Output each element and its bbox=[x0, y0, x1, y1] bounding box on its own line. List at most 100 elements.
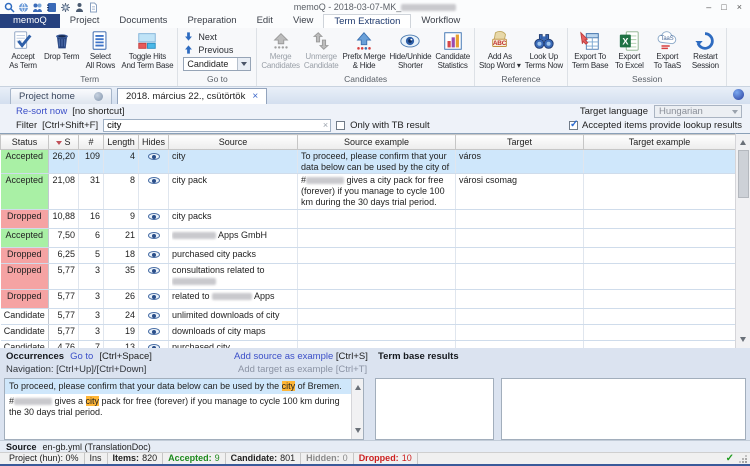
ribbon-tab-memoq[interactable]: memoQ bbox=[0, 14, 60, 28]
resize-grip[interactable] bbox=[738, 454, 747, 463]
cell-content: # gives a city pack for free (forever) i… bbox=[301, 175, 452, 208]
ribbon-tab-preparation[interactable]: Preparation bbox=[177, 14, 246, 28]
close-button[interactable]: × bbox=[737, 2, 742, 12]
ribbon-tab-project[interactable]: Project bbox=[60, 14, 110, 28]
termbase-results-title: Term base results bbox=[378, 351, 459, 362]
table-row[interactable]: Candidate5,77319downloads of city maps bbox=[1, 325, 736, 341]
add-source-link[interactable]: Add source as example bbox=[234, 351, 333, 362]
hide-unhide-shorter-button[interactable]: Hide/Unhide Shorter bbox=[387, 29, 433, 72]
ribbon-group-reference: ABCAdd As Stop Word ▾Look Up Terms NowRe… bbox=[475, 28, 568, 86]
chevron-down-icon bbox=[732, 110, 738, 114]
document-icon[interactable] bbox=[88, 2, 99, 13]
scrollbar-thumb[interactable] bbox=[738, 150, 749, 198]
column-header-target[interactable]: Target bbox=[456, 135, 584, 150]
column-header-hides[interactable]: Hides bbox=[139, 135, 169, 150]
length-cell: 26 bbox=[104, 290, 139, 309]
cell-content: 3 bbox=[82, 265, 100, 288]
scroll-down-icon[interactable] bbox=[740, 337, 746, 342]
table-row[interactable]: Dropped6,25518purchased city packs bbox=[1, 248, 736, 264]
target-example-cell bbox=[584, 229, 736, 248]
globe-icon[interactable] bbox=[18, 2, 29, 13]
address-book-icon[interactable] bbox=[46, 2, 57, 13]
score-cell: 10,88 bbox=[49, 210, 79, 229]
table-row[interactable]: Accepted26,201094cityTo proceed, please … bbox=[1, 150, 736, 174]
scroll-down-icon[interactable] bbox=[355, 428, 361, 433]
ribbon-tab-view[interactable]: View bbox=[283, 14, 323, 28]
visibility-eye-icon[interactable] bbox=[148, 328, 160, 335]
export-to-excel-button[interactable]: XExport To Excel bbox=[610, 29, 648, 72]
ribbon-tab-workflow[interactable]: Workflow bbox=[411, 14, 470, 28]
column-header-source[interactable]: Source bbox=[169, 135, 298, 150]
goto-previous-button[interactable]: Previous bbox=[183, 44, 251, 55]
scroll-up-icon[interactable] bbox=[355, 385, 361, 390]
column-header-target-example[interactable]: Target example bbox=[584, 135, 736, 150]
team-icon[interactable] bbox=[74, 2, 85, 13]
gear-icon[interactable] bbox=[60, 2, 71, 13]
visibility-eye-icon[interactable] bbox=[148, 213, 160, 220]
restart-session-button[interactable]: Restart Session bbox=[686, 29, 724, 72]
select-all-rows-button[interactable]: Select All Rows bbox=[81, 29, 119, 72]
clear-filter-icon[interactable]: × bbox=[323, 119, 328, 132]
resort-now-link[interactable]: Re-sort now bbox=[16, 106, 67, 117]
add-as-stop-word-button[interactable]: ABCAdd As Stop Word ▾ bbox=[477, 29, 523, 72]
minimize-button[interactable]: – bbox=[706, 2, 711, 12]
table-row[interactable]: Dropped10,88169city packs bbox=[1, 210, 736, 229]
visibility-eye-icon[interactable] bbox=[148, 177, 160, 184]
scroll-up-icon[interactable] bbox=[740, 140, 746, 145]
table-scrollbar[interactable] bbox=[735, 133, 750, 348]
column-header-source-example[interactable]: Source example bbox=[298, 135, 456, 150]
column-header-length[interactable]: Length bbox=[104, 135, 139, 150]
accepted-lookup-checkbox[interactable] bbox=[569, 121, 578, 130]
length-cell: 8 bbox=[104, 174, 139, 210]
score-cell: 21,08 bbox=[49, 174, 79, 210]
goto-next-button[interactable]: Next bbox=[183, 31, 251, 42]
column-header-s[interactable]: S bbox=[49, 135, 79, 150]
merge-candidates-icon bbox=[270, 30, 292, 52]
goto-filter-combo[interactable]: Candidate bbox=[183, 57, 251, 71]
maximize-button[interactable]: □ bbox=[721, 2, 726, 12]
filter-input[interactable] bbox=[103, 119, 331, 132]
occurrence-scrollbar[interactable] bbox=[351, 379, 363, 439]
export-to-taas-button[interactable]: TaaSExport To TaaS bbox=[648, 29, 686, 72]
table-row[interactable]: Candidate4,76713purchased city bbox=[1, 341, 736, 349]
table-row[interactable]: Dropped5,77335consultations related to bbox=[1, 264, 736, 290]
visibility-eye-icon[interactable] bbox=[148, 293, 160, 300]
look-up-terms-now-button[interactable]: Look Up Terms Now bbox=[523, 29, 565, 72]
table-row[interactable]: Candidate5,77324unlimited downloads of c… bbox=[1, 309, 736, 325]
help-globe-icon[interactable] bbox=[733, 89, 744, 100]
prefix-merge-hide-button[interactable]: Prefix Merge & Hide bbox=[341, 29, 388, 72]
candidate-statistics-button[interactable]: Candidate Statistics bbox=[433, 29, 472, 72]
column-header-col2[interactable]: # bbox=[79, 135, 104, 150]
drop-term-button[interactable]: Drop Term bbox=[42, 29, 81, 63]
table-row[interactable]: Accepted7,50621 Apps GmbH bbox=[1, 229, 736, 248]
source-example-cell: # gives a city pack for free (forever) i… bbox=[298, 174, 456, 210]
goto-link[interactable]: Go to bbox=[70, 351, 93, 362]
occurrence-item[interactable]: # gives a city pack for free (forever) i… bbox=[5, 394, 363, 420]
visibility-eye-icon[interactable] bbox=[148, 232, 160, 239]
occurrence-item[interactable]: To proceed, please confirm that your dat… bbox=[5, 379, 363, 394]
combo-dropdown-button[interactable] bbox=[237, 58, 250, 70]
table-row[interactable]: Dropped5,77326related to Apps bbox=[1, 290, 736, 309]
export-to-term-base-button[interactable]: Export To Term Base bbox=[570, 29, 610, 72]
ribbon-tab-edit[interactable]: Edit bbox=[247, 14, 283, 28]
tab-close-icon[interactable]: × bbox=[252, 91, 258, 102]
users-icon[interactable] bbox=[32, 2, 43, 13]
status-segments: Project (hun): 0%InsItems:820Accepted:9C… bbox=[4, 453, 418, 464]
toggle-hits-and-term-base-button[interactable]: Toggle Hits And Term Base bbox=[119, 29, 175, 72]
search-icon[interactable] bbox=[4, 2, 15, 13]
visibility-eye-icon[interactable] bbox=[148, 251, 160, 258]
ribbon-tab-documents[interactable]: Documents bbox=[109, 14, 177, 28]
column-header-status[interactable]: Status bbox=[1, 135, 49, 150]
table-row[interactable]: Accepted21,08318city pack# gives a city … bbox=[1, 174, 736, 210]
cell-content: downloads of city maps bbox=[172, 326, 294, 339]
visibility-eye-icon[interactable] bbox=[148, 267, 160, 274]
accept-as-term-button[interactable]: Accept As Term bbox=[4, 29, 42, 72]
ribbon-tab-term-extraction[interactable]: Term Extraction bbox=[323, 14, 411, 28]
source-cell: downloads of city maps bbox=[169, 325, 298, 341]
visibility-eye-icon[interactable] bbox=[148, 312, 160, 319]
only-tb-result-checkbox[interactable] bbox=[336, 121, 345, 130]
visibility-eye-icon[interactable] bbox=[148, 153, 160, 160]
tab-project-home[interactable]: Project home bbox=[10, 88, 112, 104]
tab-term-extraction-document[interactable]: 2018. március 22., csütörtök × bbox=[117, 88, 267, 104]
drop-term-icon bbox=[51, 30, 73, 52]
